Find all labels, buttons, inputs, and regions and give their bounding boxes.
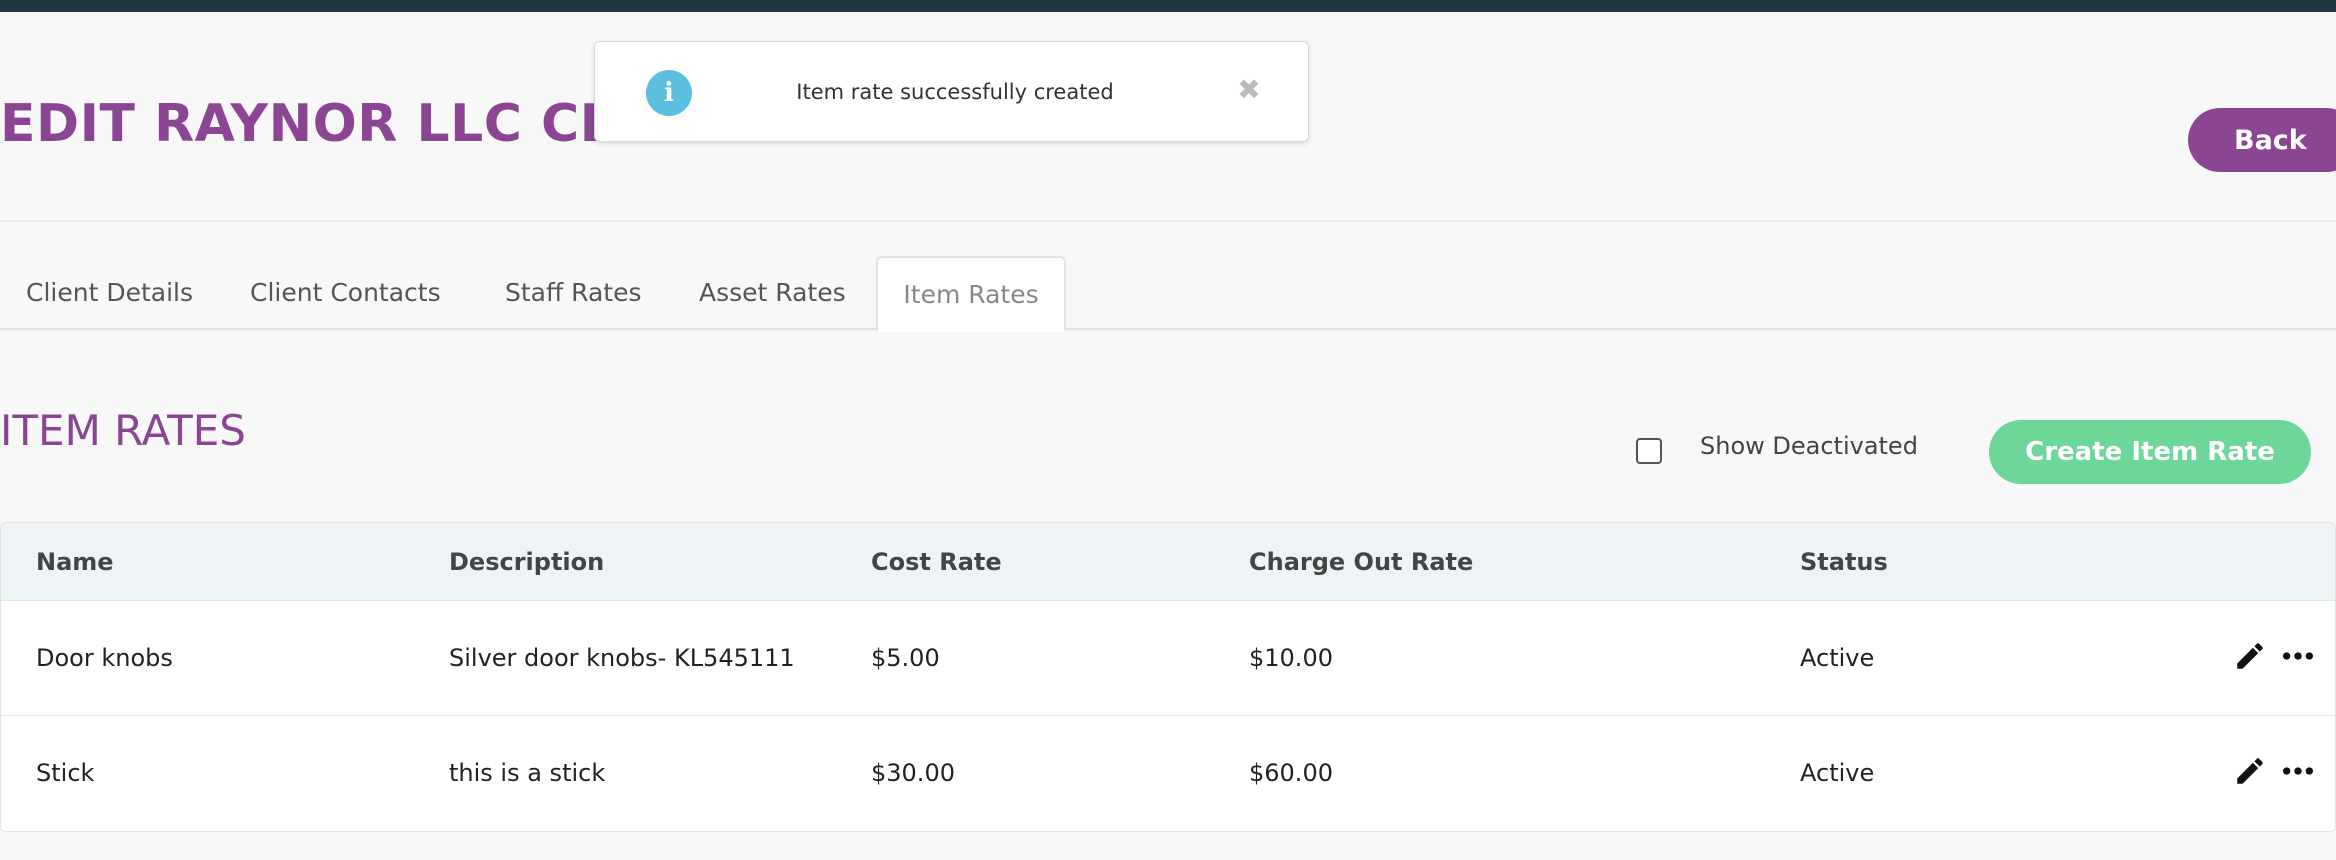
cell-name: Stick [36, 759, 95, 787]
pencil-icon[interactable] [2233, 754, 2267, 788]
column-header-name[interactable]: Name [36, 523, 114, 601]
column-header-status[interactable]: Status [1800, 523, 1888, 601]
table-row: Stick this is a stick $30.00 $60.00 Acti… [1, 716, 2335, 831]
tab-staff-rates[interactable]: Staff Rates [505, 256, 642, 330]
cell-charge-out-rate: $60.00 [1249, 759, 1333, 787]
cell-cost-rate: $5.00 [871, 644, 940, 672]
cell-name: Door knobs [36, 644, 173, 672]
tab-asset-rates[interactable]: Asset Rates [699, 256, 846, 330]
tab-item-rates[interactable]: Item Rates [876, 256, 1066, 332]
cell-cost-rate: $30.00 [871, 759, 955, 787]
cell-status: Active [1800, 759, 1875, 787]
table-header: Name Description Cost Rate Charge Out Ra… [1, 523, 2335, 601]
success-toast: i Item rate successfully created ✖ [594, 41, 1309, 142]
tab-client-contacts[interactable]: Client Contacts [250, 256, 441, 330]
more-horizontal-icon[interactable] [2281, 639, 2315, 673]
cell-charge-out-rate: $10.00 [1249, 644, 1333, 672]
section-title: ITEM RATES [0, 406, 246, 455]
show-deactivated-checkbox[interactable] [1636, 438, 1662, 464]
info-icon: i [646, 70, 692, 116]
back-button[interactable]: Back [2188, 108, 2336, 172]
more-horizontal-icon[interactable] [2281, 754, 2315, 788]
top-bar [0, 0, 2336, 12]
pencil-icon[interactable] [2233, 639, 2267, 673]
cell-status: Active [1800, 644, 1875, 672]
cell-description: Silver door knobs- KL545111 [449, 644, 795, 672]
item-rates-table: Name Description Cost Rate Charge Out Ra… [0, 522, 2336, 832]
table-row: Door knobs Silver door knobs- KL545111 $… [1, 601, 2335, 716]
column-header-charge-out-rate[interactable]: Charge Out Rate [1249, 523, 1473, 601]
cell-description: this is a stick [449, 759, 606, 787]
column-header-description[interactable]: Description [449, 523, 604, 601]
tab-client-details[interactable]: Client Details [26, 256, 193, 330]
create-item-rate-button[interactable]: Create Item Rate [1989, 420, 2311, 484]
column-header-cost-rate[interactable]: Cost Rate [871, 523, 1002, 601]
tabs-divider [0, 328, 2336, 330]
client-tabs: Client Details Client Contacts Staff Rat… [0, 256, 2336, 332]
show-deactivated-label: Show Deactivated [1700, 432, 1918, 460]
header-divider [0, 220, 2336, 222]
toast-message: Item rate successfully created [796, 80, 1114, 104]
close-icon[interactable]: ✖ [1231, 72, 1267, 108]
